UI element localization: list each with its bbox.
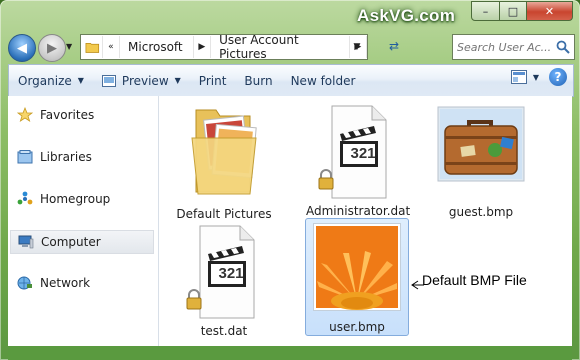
media-badge-text: 321 — [350, 145, 375, 162]
preview-icon — [101, 74, 116, 87]
title-bar: AskVG.com – □ ✕ — [0, 0, 580, 30]
navigation-row: ◀ ▶ ▼ « Microsoft ▶ User Account Picture… — [0, 30, 580, 62]
view-icon — [510, 70, 527, 84]
network-icon — [16, 275, 34, 291]
burn-label: Burn — [244, 73, 273, 88]
burn-button[interactable]: Burn — [235, 69, 281, 93]
print-label: Print — [198, 73, 227, 88]
folder-icon — [191, 109, 257, 195]
help-icon[interactable]: ? — [549, 68, 567, 86]
folder-icon — [85, 42, 100, 53]
back-button[interactable]: ◀ — [8, 34, 36, 62]
breadcrumb-microsoft[interactable]: Microsoft — [120, 40, 193, 54]
address-bar[interactable]: « Microsoft ▶ User Account Pictures ▶ ▼ — [80, 33, 368, 61]
star-icon — [16, 107, 34, 123]
breadcrumb-user-account-pictures[interactable]: User Account Pictures — [211, 33, 349, 61]
chevron-down-icon: ▼ — [174, 76, 181, 85]
search-icon — [556, 40, 570, 54]
computer-icon — [17, 234, 35, 250]
sidebar-item-label: Favorites — [40, 108, 95, 122]
close-button[interactable]: ✕ — [526, 1, 573, 21]
organize-button[interactable]: Organize ▼ — [9, 69, 93, 93]
new-folder-label: New folder — [290, 73, 356, 88]
forward-arrow-icon: ▶ — [47, 40, 57, 56]
homegroup-icon — [16, 191, 34, 207]
refresh-button[interactable]: ⇄ — [378, 34, 410, 58]
sidebar-item-network[interactable]: Network — [16, 272, 154, 294]
file-item-guest-bmp[interactable]: guest.bmp — [431, 104, 531, 219]
navigation-pane: Favorites Libraries Homegroup Computer N… — [8, 96, 159, 346]
preview-label: Preview — [121, 73, 169, 88]
file-item-administrator-dat[interactable]: 321 Administrator.dat — [306, 104, 411, 218]
preview-button[interactable]: Preview ▼ — [93, 69, 190, 93]
file-name: user.bmp — [329, 320, 385, 334]
lock-icon — [186, 289, 202, 310]
window-bottom-frame — [8, 346, 572, 360]
recent-pages-dropdown[interactable]: ▼ — [66, 42, 72, 51]
print-button[interactable]: Print — [190, 69, 236, 93]
file-item-user-bmp[interactable]: user.bmp — [305, 218, 409, 336]
maximize-icon: □ — [507, 4, 519, 18]
address-dropdown[interactable]: ▼ — [347, 35, 367, 59]
toolbar-right-group: ▼ ? — [510, 68, 567, 86]
libraries-icon — [16, 149, 34, 165]
media-badge-text: 321 — [218, 265, 243, 282]
breadcrumb-overflow-chevron[interactable]: « — [101, 36, 121, 58]
breadcrumb-separator[interactable]: ▶ — [192, 36, 212, 58]
organize-label: Organize — [18, 73, 72, 88]
chevron-down-icon: ▼ — [532, 72, 539, 82]
sidebar-item-label: Libraries — [40, 150, 92, 164]
back-arrow-icon: ◀ — [17, 40, 27, 56]
file-name: guest.bmp — [448, 205, 514, 219]
chevron-down-icon: ▼ — [77, 76, 84, 85]
change-view-button[interactable]: ▼ — [510, 70, 539, 84]
new-folder-button[interactable]: New folder — [282, 69, 365, 93]
file-item-default-pictures[interactable]: Default Pictures — [174, 102, 274, 221]
sidebar-item-homegroup[interactable]: Homegroup — [16, 188, 154, 210]
search-input[interactable] — [453, 40, 553, 54]
explorer-window: AskVG.com – □ ✕ ◀ ▶ ▼ « Microsoft ▶ User… — [0, 0, 580, 360]
annotation-label: Default BMP File — [422, 272, 527, 288]
refresh-icon: ⇄ — [388, 39, 400, 53]
file-item-test-dat[interactable]: 321 test.dat — [174, 224, 274, 338]
sidebar-item-label: Network — [40, 276, 91, 290]
maximize-button[interactable]: □ — [499, 1, 527, 21]
file-name: Default Pictures — [176, 207, 272, 221]
file-name: Administrator.dat — [306, 204, 411, 218]
sidebar-item-label: Computer — [41, 235, 101, 249]
image-thumbnail — [437, 106, 525, 182]
media-file-icon: 321 — [316, 104, 396, 200]
sidebar-item-libraries[interactable]: Libraries — [16, 146, 154, 168]
lock-icon — [318, 169, 334, 190]
close-icon: ✕ — [544, 4, 555, 18]
file-list: Default Pictures 321 Administrator.dat g… — [159, 96, 572, 346]
minimize-icon: – — [482, 4, 489, 18]
watermark-brand: AskVG.com — [357, 6, 456, 25]
minimize-button[interactable]: – — [471, 1, 500, 21]
sidebar-item-label: Homegroup — [40, 192, 111, 206]
image-thumbnail — [313, 223, 401, 311]
media-file-icon: 321 — [184, 224, 264, 320]
sidebar-item-computer[interactable]: Computer — [10, 230, 154, 254]
search-box[interactable] — [452, 34, 575, 60]
forward-button[interactable]: ▶ — [38, 34, 66, 62]
file-name: test.dat — [200, 324, 248, 338]
sidebar-item-favorites[interactable]: Favorites — [16, 104, 154, 126]
command-bar: Organize ▼ Preview ▼ Print Burn New fold… — [8, 64, 574, 97]
